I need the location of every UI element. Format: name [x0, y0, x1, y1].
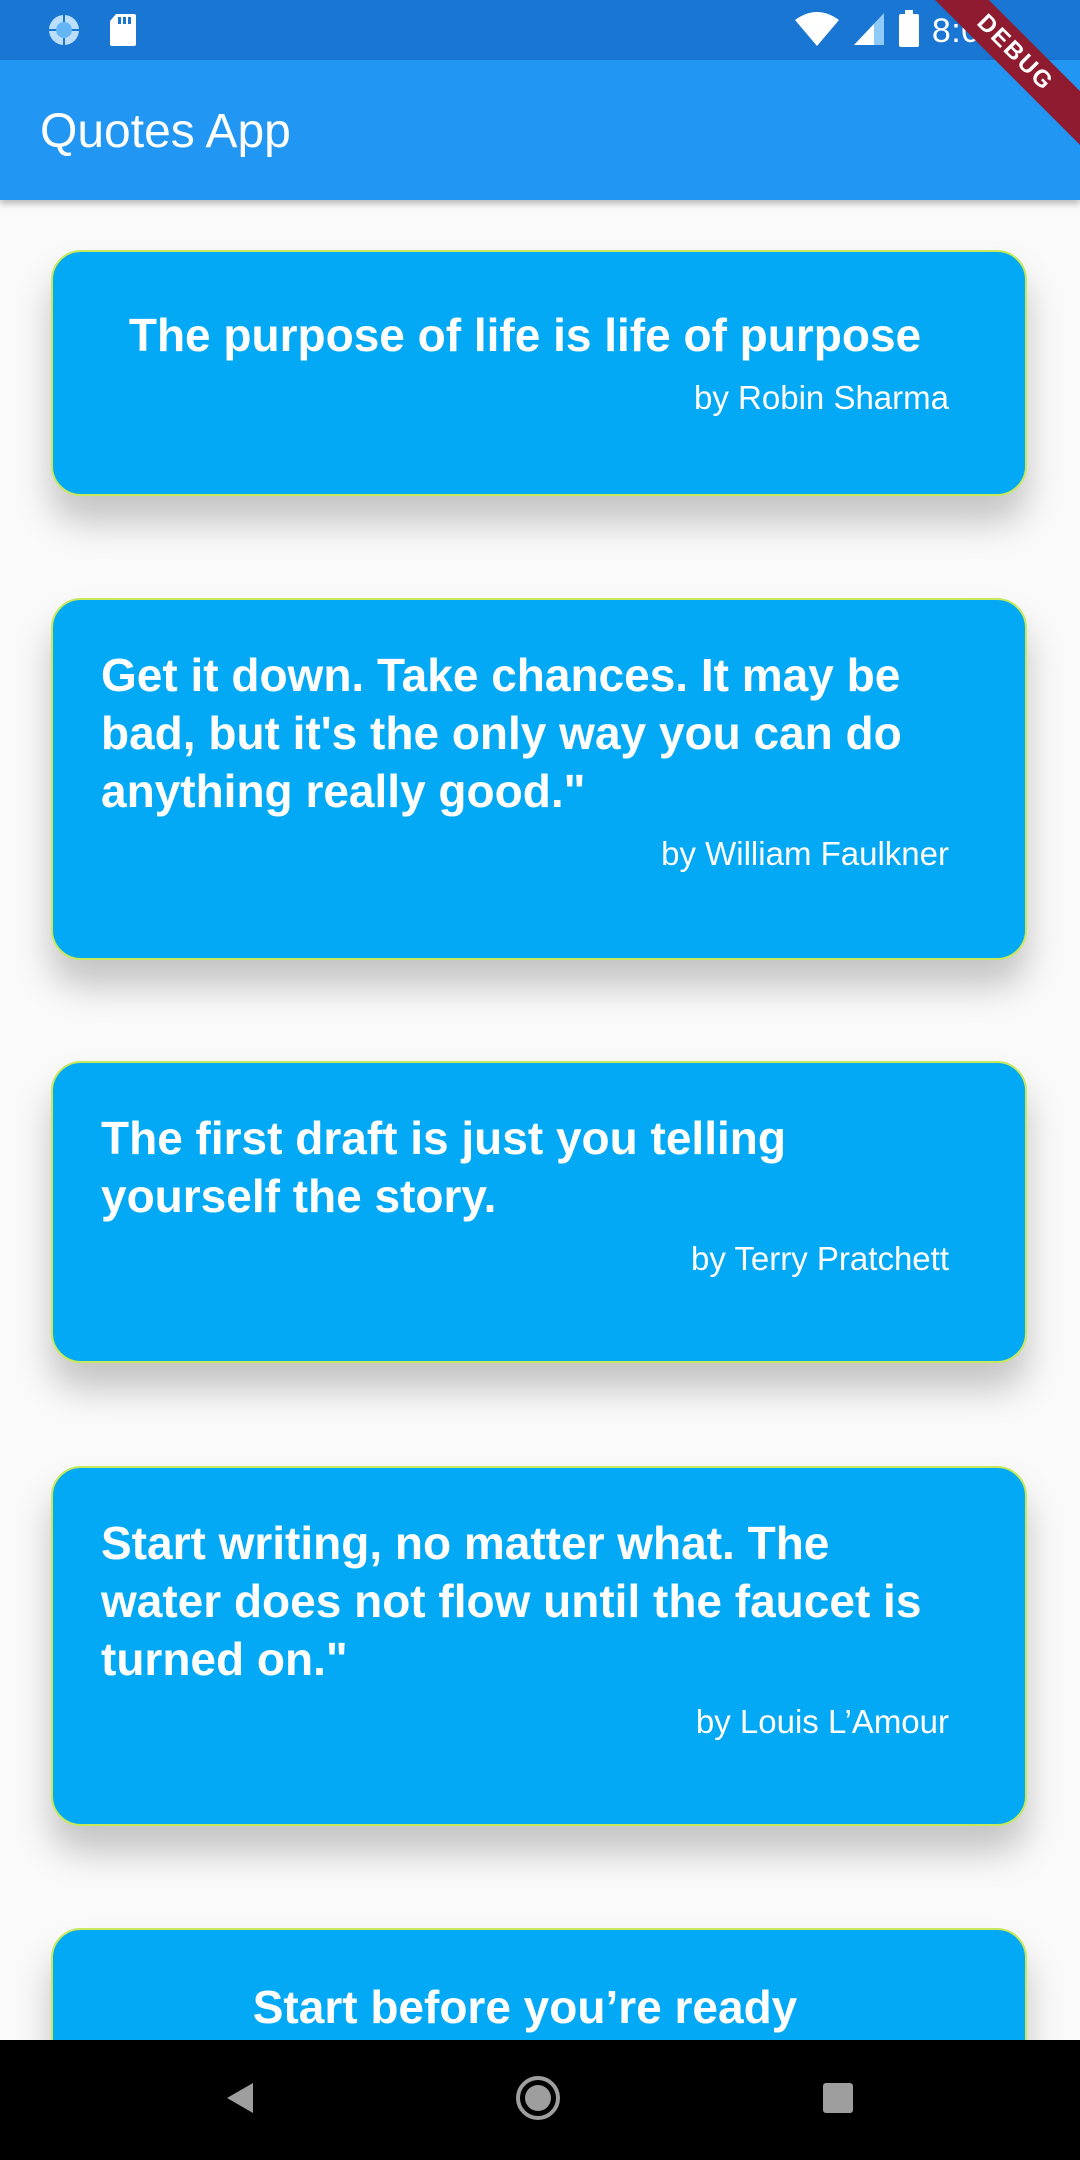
battery-icon: [898, 10, 920, 53]
status-bar: 8:09 DEBUG: [0, 0, 1080, 162]
quote-author: by Terry Pratchett: [691, 1240, 949, 1277]
sd-card-icon: [108, 12, 138, 53]
quote-author: by William Faulkner: [661, 835, 949, 872]
navigation-bar: [0, 2040, 1080, 2160]
quote-author: by Robin Sharma: [694, 379, 949, 416]
quote-card[interactable]: Start writing, no matter what. The water…: [51, 1466, 1027, 1826]
status-left-icons: [46, 12, 138, 53]
signal-icon: [852, 11, 886, 52]
recents-icon: [821, 2081, 855, 2120]
recents-button[interactable]: [808, 2070, 868, 2130]
quote-text: Get it down. Take chances. It may be bad…: [101, 649, 902, 817]
sync-icon: [46, 12, 82, 53]
quote-text: Start writing, no matter what. The water…: [101, 1517, 922, 1685]
quote-author: by Louis L’Amour: [695, 1703, 949, 1740]
quote-text: The first draft is just you telling your…: [101, 1112, 786, 1222]
home-icon: [514, 2074, 562, 2127]
app-title: Quotes App: [40, 105, 291, 158]
back-button[interactable]: [210, 2070, 270, 2130]
home-button[interactable]: [508, 2070, 568, 2130]
back-icon: [223, 2080, 257, 2121]
quote-card[interactable]: Start before you’re ready: [51, 1928, 1027, 2040]
quote-text: The purpose of life is life of purpose: [128, 309, 922, 361]
quote-text: Start before you’re ready: [252, 1981, 798, 2033]
quote-card[interactable]: The purpose of life is life of purpose b…: [51, 250, 1027, 496]
quote-card[interactable]: The first draft is just you telling your…: [51, 1061, 1027, 1363]
wifi-icon: [794, 10, 840, 53]
quote-card[interactable]: Get it down. Take chances. It may be bad…: [51, 598, 1027, 960]
app-bar: Quotes App: [0, 60, 1080, 200]
quotes-list[interactable]: The purpose of life is life of purpose b…: [0, 200, 1080, 2040]
